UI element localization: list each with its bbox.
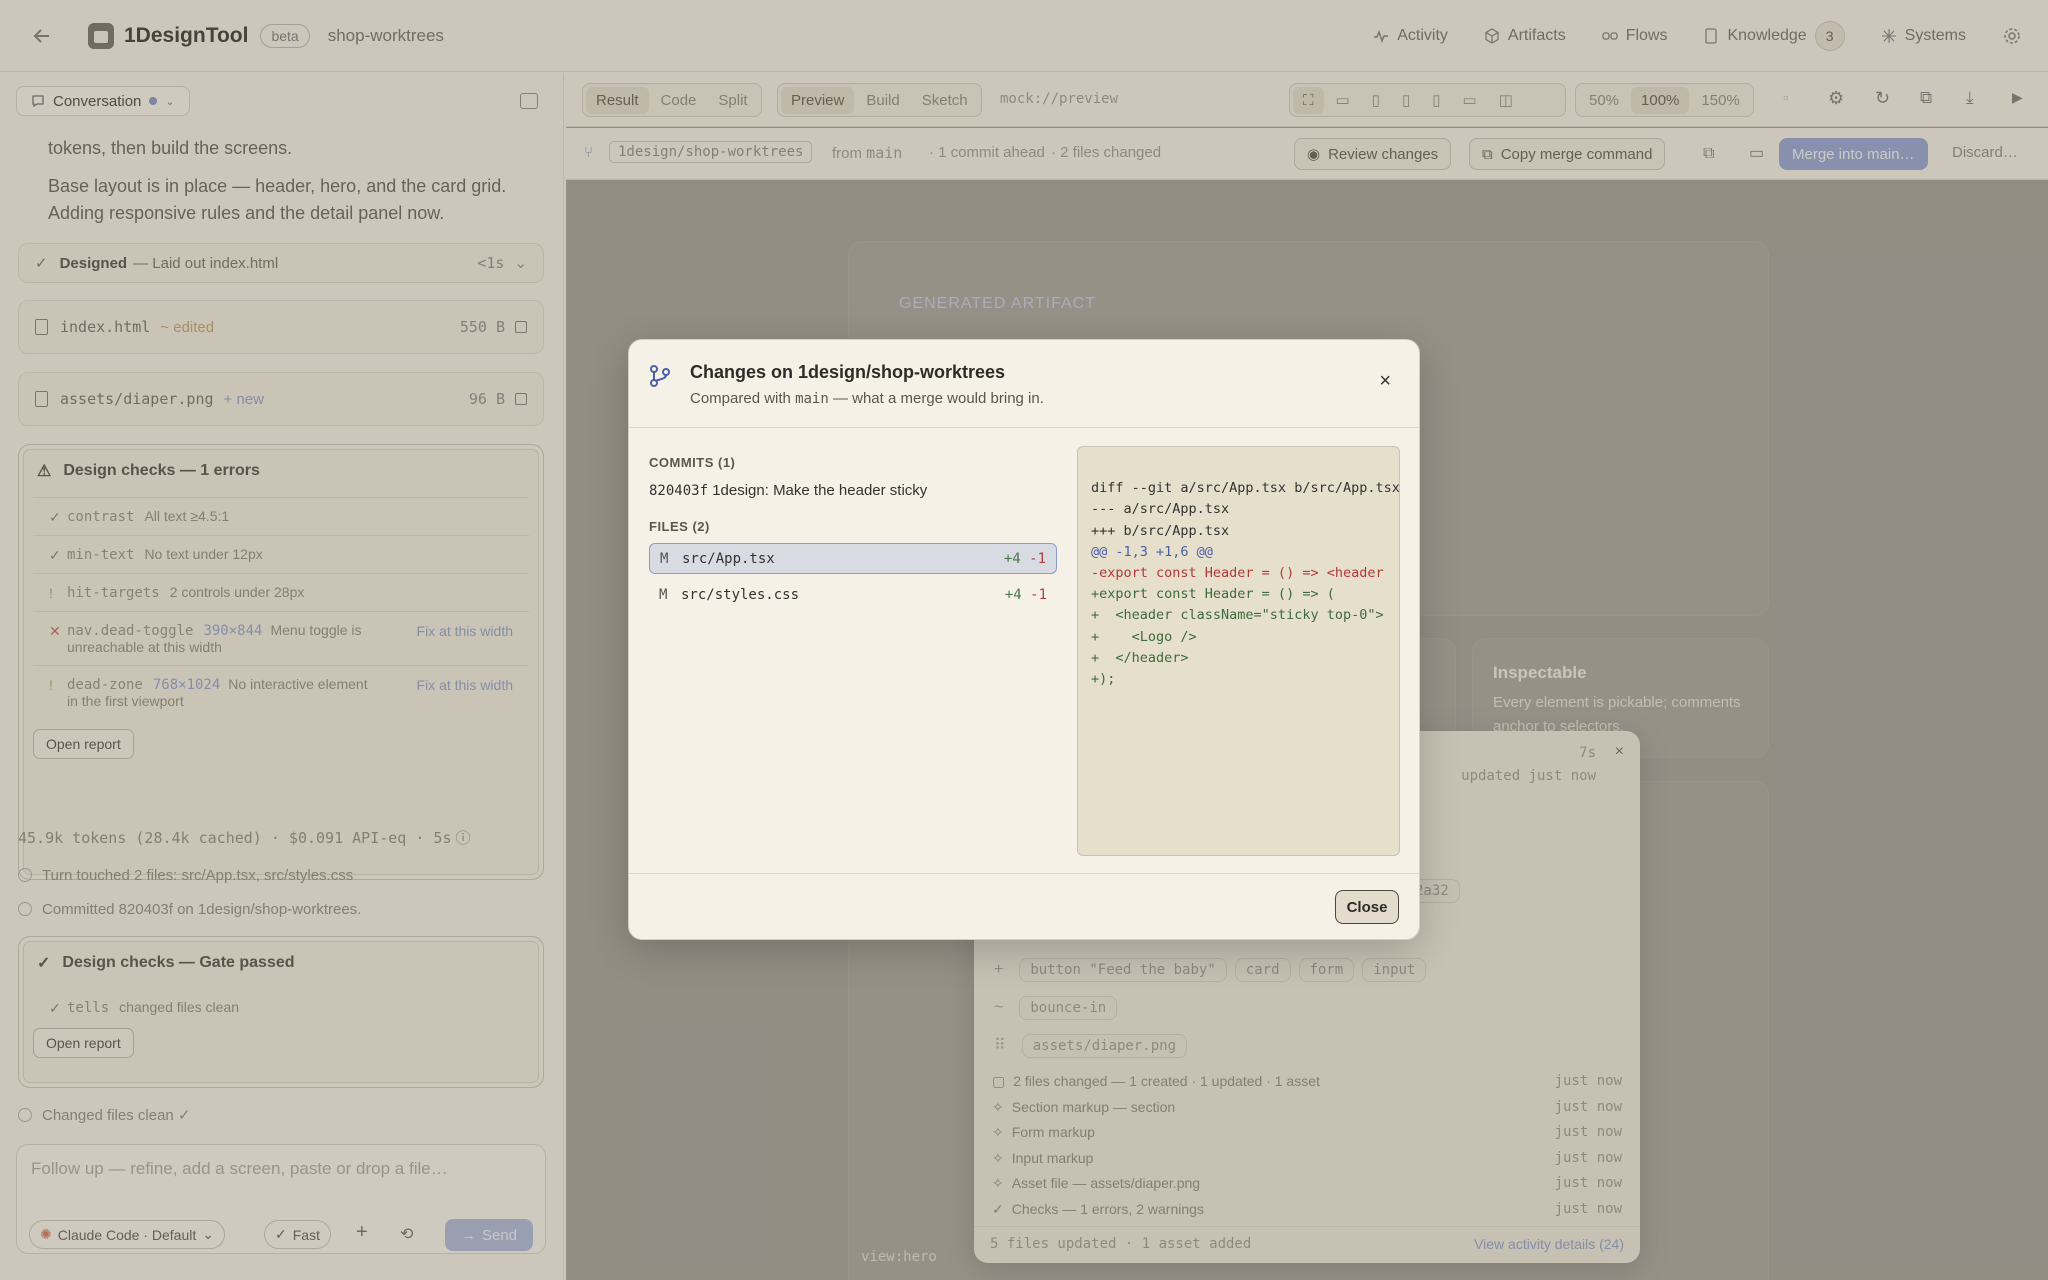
diff-viewer[interactable]: diff --git a/src/App.tsx b/src/App.tsx --… bbox=[1077, 446, 1400, 856]
diff-line: +export const Header = () => ( bbox=[1091, 586, 1335, 603]
diff-line: + <header className="sticky top-0"> bbox=[1091, 607, 1384, 624]
diff-line: --- a/src/App.tsx bbox=[1091, 501, 1230, 518]
dialog-header: Changes on 1design/shop-worktrees Compar… bbox=[629, 340, 1419, 428]
close-button[interactable]: Close bbox=[1335, 890, 1399, 924]
diff-line: -export const Header = () => <header bbox=[1091, 565, 1384, 582]
dialog-subtitle: Compared with main — what a merge would … bbox=[690, 390, 1044, 407]
diff-line: +); bbox=[1091, 671, 1116, 688]
diff-line: diff --git a/src/App.tsx b/src/App.tsx bbox=[1091, 480, 1400, 497]
diff-line: @@ -1,3 +1,6 @@ bbox=[1091, 543, 1213, 560]
commits-header: COMMITS (1) bbox=[649, 455, 736, 470]
commit-item[interactable]: 820403f 1design: Make the header sticky bbox=[649, 482, 927, 499]
branch-icon bbox=[650, 365, 670, 387]
diff-line: +++ b/src/App.tsx bbox=[1091, 522, 1230, 539]
dialog-title: Changes on 1design/shop-worktrees bbox=[690, 362, 1006, 382]
close-icon[interactable]: × bbox=[1379, 370, 1391, 393]
dialog-divider bbox=[629, 873, 1419, 874]
files-header: FILES (2) bbox=[649, 519, 710, 534]
diff-line: + <Logo /> bbox=[1091, 628, 1197, 645]
file-list-item[interactable]: M src/styles.css +4 -1 bbox=[649, 579, 1057, 610]
diff-line: + </header> bbox=[1091, 649, 1189, 666]
changes-dialog: Changes on 1design/shop-worktrees Compar… bbox=[628, 339, 1420, 940]
file-list-item[interactable]: M src/App.tsx +4 -1 bbox=[649, 543, 1057, 574]
